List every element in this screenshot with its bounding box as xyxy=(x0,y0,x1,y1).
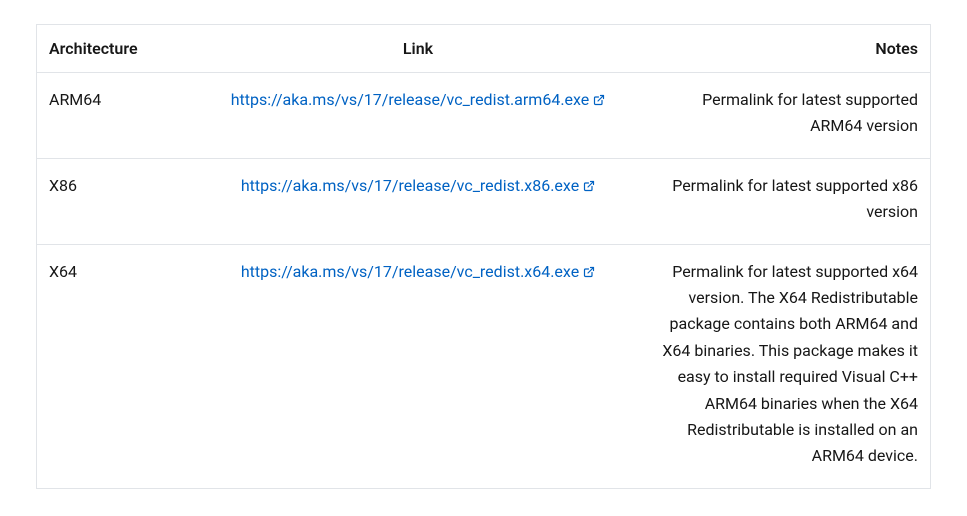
link-cell: https://aka.ms/vs/17/release/vc_redist.x… xyxy=(201,244,635,488)
download-link-text: https://aka.ms/vs/17/release/vc_redist.x… xyxy=(241,176,579,195)
external-link-icon xyxy=(583,174,595,200)
table-header-row: Architecture Link Notes xyxy=(37,25,931,73)
link-cell: https://aka.ms/vs/17/release/vc_redist.x… xyxy=(201,158,635,244)
table-body: ARM64 https://aka.ms/vs/17/release/vc_re… xyxy=(37,73,931,489)
downloads-table: Architecture Link Notes ARM64 https://ak… xyxy=(36,24,931,489)
architecture-cell: ARM64 xyxy=(37,73,202,159)
architecture-cell: X64 xyxy=(37,244,202,488)
table-row: ARM64 https://aka.ms/vs/17/release/vc_re… xyxy=(37,73,931,159)
column-header-notes: Notes xyxy=(635,25,931,73)
notes-cell: Permalink for latest supported x86 versi… xyxy=(635,158,931,244)
external-link-icon xyxy=(583,260,595,286)
architecture-cell: X86 xyxy=(37,158,202,244)
table-row: X86 https://aka.ms/vs/17/release/vc_redi… xyxy=(37,158,931,244)
download-link-x64[interactable]: https://aka.ms/vs/17/release/vc_redist.x… xyxy=(241,262,595,281)
table-header: Architecture Link Notes xyxy=(37,25,931,73)
notes-cell: Permalink for latest supported ARM64 ver… xyxy=(635,73,931,159)
notes-cell: Permalink for latest supported x64 versi… xyxy=(635,244,931,488)
download-link-text: https://aka.ms/vs/17/release/vc_redist.a… xyxy=(231,90,590,109)
page-container: Architecture Link Notes ARM64 https://ak… xyxy=(0,0,967,513)
download-link-arm64[interactable]: https://aka.ms/vs/17/release/vc_redist.a… xyxy=(231,90,606,109)
download-link-text: https://aka.ms/vs/17/release/vc_redist.x… xyxy=(241,262,579,281)
download-link-x86[interactable]: https://aka.ms/vs/17/release/vc_redist.x… xyxy=(241,176,595,195)
column-header-architecture: Architecture xyxy=(37,25,202,73)
link-cell: https://aka.ms/vs/17/release/vc_redist.a… xyxy=(201,73,635,159)
external-link-icon xyxy=(593,88,605,114)
table-row: X64 https://aka.ms/vs/17/release/vc_redi… xyxy=(37,244,931,488)
column-header-link: Link xyxy=(201,25,635,73)
